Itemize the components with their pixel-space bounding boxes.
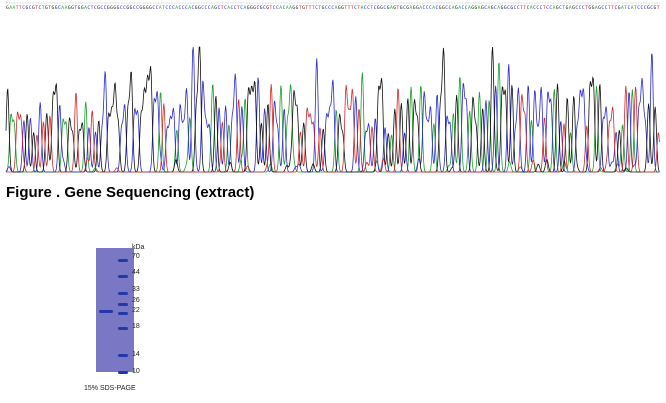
ladder-band xyxy=(118,354,128,357)
marker-label-33: 33 xyxy=(132,286,140,293)
marker-label-26: 26 xyxy=(132,297,140,304)
ladder-band xyxy=(118,259,128,262)
ladder-band xyxy=(118,371,128,374)
marker-label-14: 14 xyxy=(132,351,140,358)
sds-page-gel-panel: kDa 70 44 33 26 22 18 14 10 15% SDS-PAGE xyxy=(84,240,158,392)
marker-label-18: 18 xyxy=(132,323,140,330)
sample-band xyxy=(99,310,113,313)
sequencing-chromatogram: GAATTCGCGTCTGTGGCAAGGTGGACTCGCCGGGGCCGGC… xyxy=(5,2,660,173)
ladder-band xyxy=(118,327,128,330)
marker-label-22: 22 xyxy=(132,307,140,314)
trace-a xyxy=(5,62,660,173)
ladder-band xyxy=(118,292,128,295)
figure-caption: Figure . Gene Sequencing (extract) xyxy=(6,184,255,201)
ladder-band xyxy=(118,303,128,306)
trace-c xyxy=(5,46,660,173)
trace-g xyxy=(5,46,660,173)
chromatogram-traces xyxy=(5,46,660,173)
marker-label-10: 10 xyxy=(132,368,140,375)
base-call-sequence: GAATTCGCGTCTGTGGCAAGGTGGACTCGCCGGGGCCGGC… xyxy=(6,2,660,11)
ladder-band xyxy=(118,312,128,315)
marker-label-44: 44 xyxy=(132,269,140,276)
gel-caption: 15% SDS-PAGE xyxy=(84,385,136,392)
base-call-letter: T xyxy=(657,5,660,11)
ladder-band xyxy=(118,275,128,278)
gel-image xyxy=(96,248,134,374)
marker-label-70: 70 xyxy=(132,253,140,260)
